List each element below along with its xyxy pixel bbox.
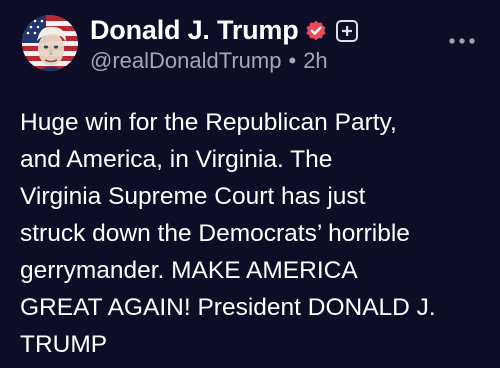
avatar[interactable] <box>22 15 78 71</box>
avatar-image <box>22 15 78 71</box>
post-card: Donald J. Trump @realDonaldTrump • 2h Huge… <box>0 0 500 368</box>
post-body-text: Huge win for the Republican Party, and A… <box>20 109 436 358</box>
plus-badge-icon <box>336 20 358 42</box>
author-meta: @realDonaldTrump • 2h <box>90 46 328 76</box>
author-handle[interactable]: @realDonaldTrump <box>90 48 281 73</box>
more-options-icon[interactable] <box>447 34 477 48</box>
post-timestamp[interactable]: 2h <box>303 48 327 73</box>
meta-separator: • <box>288 48 297 73</box>
author-display-name[interactable]: Donald J. Trump <box>90 12 299 48</box>
verified-badge-icon <box>305 20 327 42</box>
